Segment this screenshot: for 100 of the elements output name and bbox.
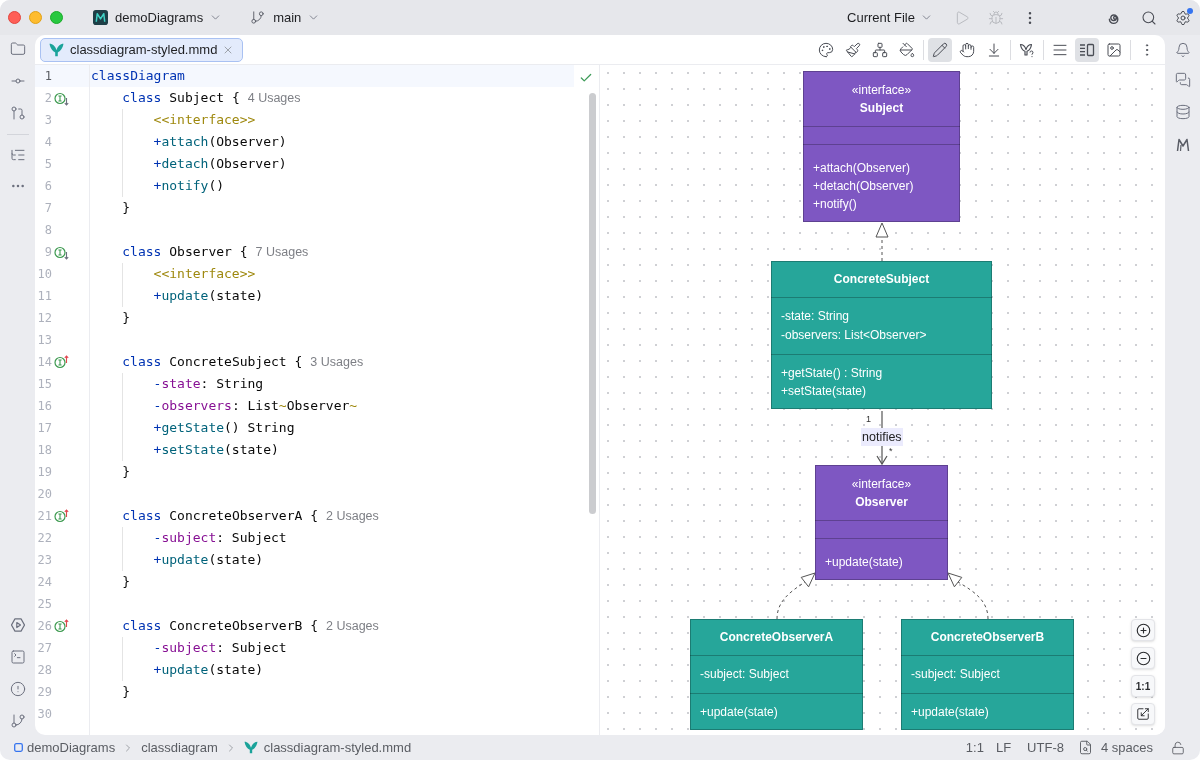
line-number: 7	[43, 200, 52, 217]
usages-link[interactable]: 7 Usages	[255, 242, 309, 262]
m-logo-icon[interactable]	[1174, 137, 1191, 153]
attribute-text: -state: String	[781, 308, 850, 325]
line-number: 13	[36, 332, 52, 349]
dashed-arrow	[776, 572, 816, 620]
line-number: 11	[36, 288, 52, 305]
breadcrumb-item[interactable]: demoDiagrams	[14, 737, 116, 758]
file-encoding[interactable]: UTF-8	[1027, 737, 1064, 758]
code-line: -subject: Subject	[153, 529, 287, 548]
method-text: +notify()	[813, 196, 857, 213]
class-name: ConcreteObserverA	[719, 629, 834, 646]
project-selector[interactable]: demoDiagrams	[93, 7, 223, 28]
folder-icon[interactable]	[9, 41, 26, 57]
editor-tab[interactable]: classdiagram-styled.mmd	[40, 37, 244, 62]
line-number: 20	[36, 486, 52, 503]
cursor-position[interactable]: 1:1	[965, 737, 984, 758]
fit-to-screen-button[interactable]	[1131, 703, 1155, 725]
code-line: }	[122, 309, 131, 328]
line-number: 6	[43, 178, 52, 195]
line-separator[interactable]: LF	[995, 737, 1012, 758]
code-line: class Observer {	[122, 243, 248, 262]
class-name: ConcreteSubject	[833, 271, 930, 288]
code-line: +update(state)	[153, 287, 264, 306]
dashed-arrow	[947, 572, 989, 620]
line-number: 21	[36, 508, 52, 525]
pencil-icon	[932, 41, 948, 58]
code-line: +notify()	[153, 177, 225, 196]
usages-link[interactable]: 4 Usages	[247, 88, 301, 108]
square-icon	[14, 743, 23, 752]
search-icon[interactable]	[1141, 9, 1157, 26]
multiplicity-label: 1	[866, 414, 871, 424]
database-icon[interactable]	[1174, 104, 1191, 120]
line-number: 3	[43, 112, 52, 129]
method-text: +getState() : String	[781, 365, 883, 382]
palette-icon	[818, 41, 834, 58]
settings-icon[interactable]	[1175, 9, 1191, 26]
image-icon	[1106, 41, 1122, 58]
class-name: Observer	[855, 494, 908, 511]
line-number: 2	[43, 90, 52, 107]
zoom-out-icon	[1135, 650, 1151, 666]
line-number: 23	[36, 552, 52, 569]
actual-size-button[interactable]: 1:1	[1131, 675, 1155, 697]
code-line: +detach(Observer)	[153, 155, 287, 174]
bell-icon[interactable]	[1174, 42, 1191, 58]
chat-icon[interactable]	[1174, 72, 1191, 88]
attribute-text: -subject: Subject	[911, 666, 1000, 683]
branch-selector[interactable]: main	[250, 7, 321, 28]
line-number: 12	[36, 310, 52, 327]
code-line: +attach(Observer)	[153, 133, 287, 152]
hexagon-play-icon[interactable]	[9, 617, 26, 633]
usages-link[interactable]: 2 Usages	[326, 506, 379, 526]
code-line: <<interface>>	[153, 111, 256, 130]
method-text: +update(state)	[700, 704, 778, 721]
code-line: }	[122, 463, 131, 482]
structure-icon[interactable]	[9, 147, 26, 163]
stereotype-label: «interface»	[851, 82, 912, 99]
method-text: +detach(Observer)	[813, 178, 914, 195]
square-diagonal-arrow-icon	[1136, 707, 1150, 721]
alert-circle-icon[interactable]	[9, 681, 26, 697]
line-number: 24	[36, 574, 52, 591]
fish-tail-icon	[49, 42, 64, 57]
breadcrumb-item[interactable]: classdiagram-styled.mmd	[243, 737, 412, 758]
line-number: 29	[36, 684, 52, 701]
code-line: class ConcreteSubject {	[122, 353, 303, 372]
usages-link[interactable]: 3 Usages	[310, 352, 364, 372]
line-number: 22	[36, 530, 52, 547]
line-number: 1	[43, 68, 52, 85]
code-line: <<interface>>	[153, 265, 256, 284]
usages-link[interactable]: 2 Usages	[326, 616, 379, 636]
branch-icon[interactable]	[9, 713, 26, 729]
zoom-in-button[interactable]	[1131, 619, 1155, 641]
pull-request-icon[interactable]	[9, 105, 26, 121]
fish-tail-icon	[243, 741, 258, 754]
close-icon[interactable]	[8, 11, 21, 24]
tail-help-icon	[1019, 41, 1035, 58]
breadcrumb-item[interactable]: classdiagram	[141, 737, 218, 758]
terminal-icon[interactable]	[9, 649, 26, 665]
hand-icon	[959, 41, 975, 58]
unlock-icon[interactable]	[1171, 740, 1185, 755]
code-line: +getState() String	[153, 419, 295, 438]
paint-bucket-icon	[899, 41, 915, 58]
pencil-button[interactable]	[928, 37, 952, 62]
maximize-icon[interactable]	[50, 11, 63, 24]
line-number: 30	[36, 706, 52, 723]
arrow-down-to-line-icon	[986, 41, 1002, 58]
attribute-text: -subject: Subject	[700, 666, 789, 683]
indent-setting[interactable]: 4 spaces	[1077, 737, 1153, 758]
run-configuration-selector[interactable]: Current File	[847, 7, 933, 28]
zoom-out-button[interactable]	[1131, 647, 1155, 669]
code-line: class Subject {	[122, 89, 240, 108]
scrollbar[interactable]	[589, 93, 596, 514]
line-number: 25	[36, 596, 52, 613]
line-number: 5	[43, 156, 52, 173]
line-number: 26	[36, 618, 52, 635]
zoom-in-icon	[1135, 622, 1151, 638]
code-line: -state: String	[153, 375, 264, 394]
split-view-button[interactable]	[1075, 37, 1099, 62]
check-icon[interactable]	[579, 71, 593, 85]
line-number: 16	[36, 398, 52, 415]
